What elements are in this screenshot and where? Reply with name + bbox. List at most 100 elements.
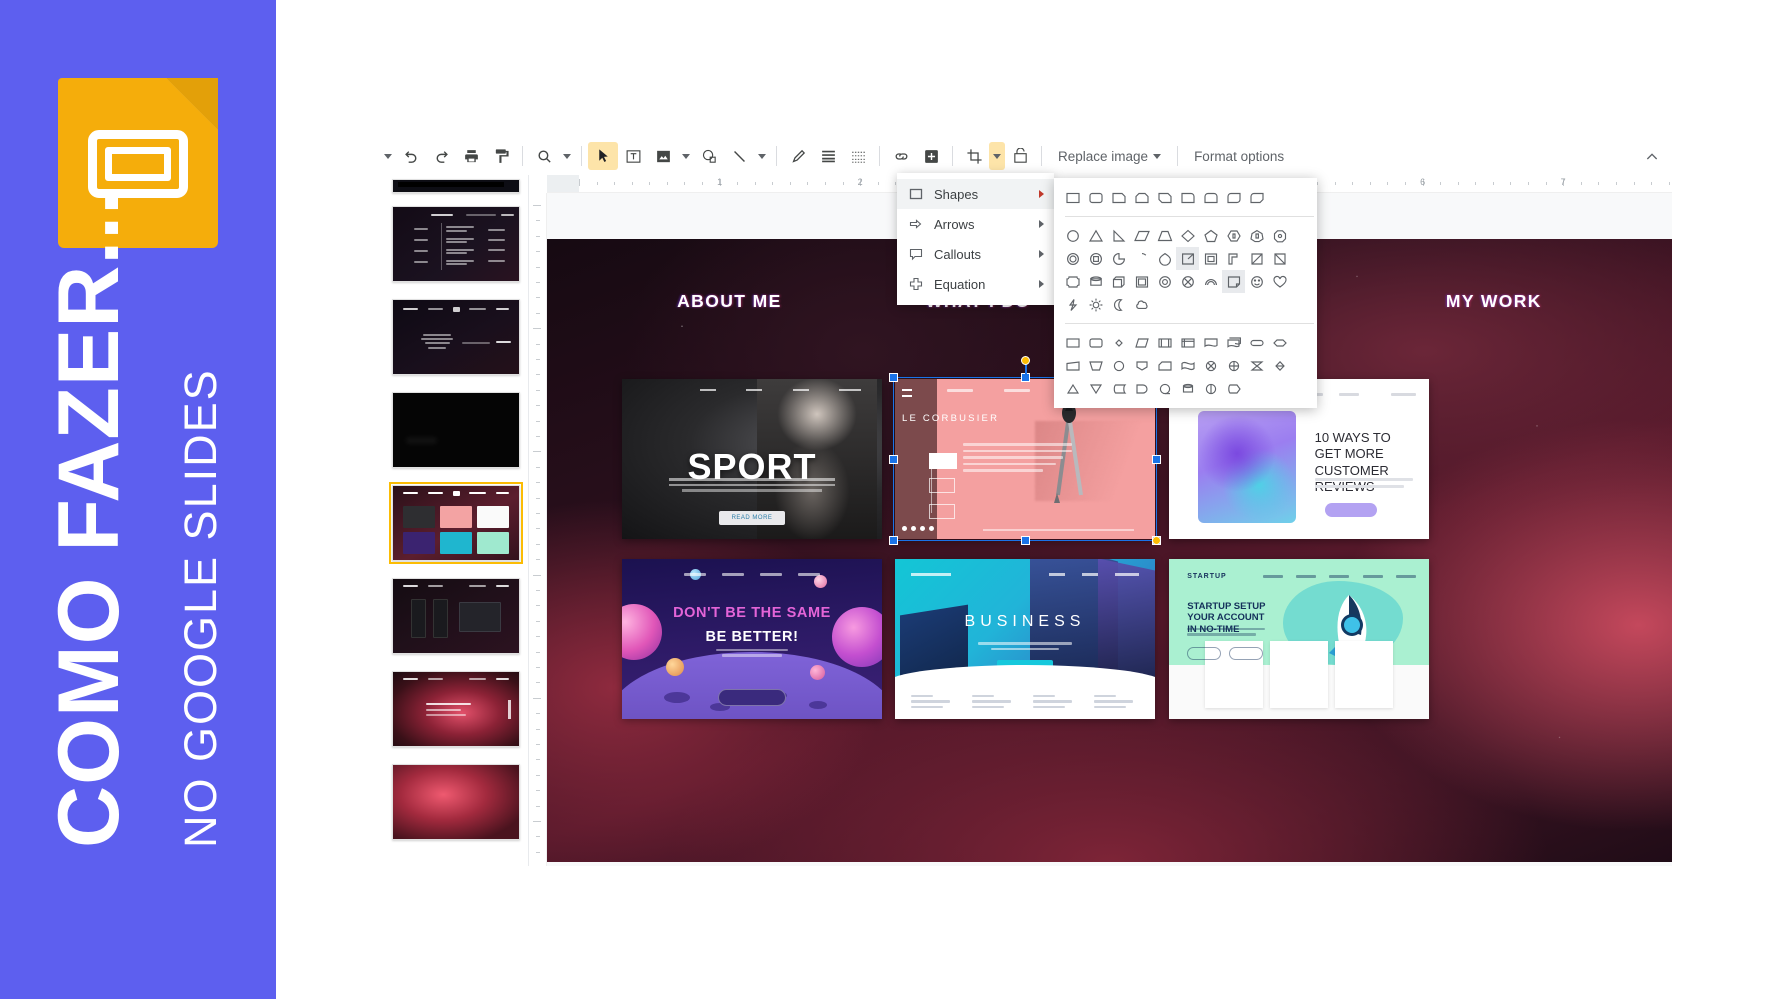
shape-flowchart-connector[interactable] bbox=[1107, 354, 1130, 377]
slide-thumbnail-selected[interactable] bbox=[389, 481, 523, 564]
slide-card-space[interactable]: DON'T BE THE SAME BE BETTER! bbox=[622, 559, 882, 719]
shape-flowchart-data[interactable] bbox=[1130, 331, 1153, 354]
list-item[interactable] bbox=[376, 290, 528, 383]
shape-flowchart-extract[interactable] bbox=[1061, 377, 1084, 400]
shape-decagon[interactable] bbox=[1061, 247, 1084, 270]
crop-caret[interactable] bbox=[989, 142, 1005, 170]
shape-flowchart-merge[interactable] bbox=[1084, 377, 1107, 400]
line-caret[interactable] bbox=[754, 142, 770, 170]
reviews-cta-button[interactable] bbox=[1325, 502, 1377, 517]
shapes-dropdown-menu[interactable]: Shapes Arrows Callouts Equation bbox=[897, 173, 1054, 305]
shape-trapezoid[interactable] bbox=[1153, 224, 1176, 247]
shape-flowchart-manual-input[interactable] bbox=[1061, 354, 1084, 377]
shapes-palette[interactable] bbox=[1054, 178, 1317, 408]
paint-format-button[interactable] bbox=[486, 142, 516, 170]
shape-button[interactable] bbox=[694, 142, 724, 170]
shape-frame[interactable] bbox=[1176, 247, 1199, 270]
menu-item-equation[interactable]: Equation bbox=[897, 269, 1054, 299]
shape-flowchart-or[interactable] bbox=[1222, 354, 1245, 377]
shape-l-shape[interactable] bbox=[1222, 247, 1245, 270]
shapes-group-basic[interactable] bbox=[1061, 224, 1310, 316]
shape-flowchart-manual-operation[interactable] bbox=[1084, 354, 1107, 377]
shape-block-arc[interactable] bbox=[1199, 270, 1222, 293]
shape-flowchart-predefined-process[interactable] bbox=[1153, 331, 1176, 354]
shape-snip-single-corner-rectangle[interactable] bbox=[1107, 186, 1130, 209]
slide-card-startup[interactable]: STARTUP STARTUP SETUP YOUR ACCOUNT IN NO… bbox=[1169, 559, 1429, 719]
menu-item-arrows[interactable]: Arrows bbox=[897, 209, 1054, 239]
shape-snip-and-round-single-corner-rectangle[interactable] bbox=[1245, 186, 1268, 209]
shape-plaque[interactable] bbox=[1061, 270, 1084, 293]
list-item[interactable] bbox=[376, 383, 528, 476]
sport-card-button[interactable]: READ MORE bbox=[719, 510, 785, 525]
shape-flowchart-multidocument[interactable] bbox=[1222, 331, 1245, 354]
shape-bevel[interactable] bbox=[1130, 270, 1153, 293]
shape-flowchart-punched-tape[interactable] bbox=[1176, 354, 1199, 377]
list-item[interactable] bbox=[376, 175, 528, 197]
redo-button[interactable] bbox=[426, 142, 456, 170]
list-item[interactable] bbox=[376, 569, 528, 662]
line-button[interactable] bbox=[724, 142, 754, 170]
slide-thumbnail[interactable] bbox=[392, 179, 520, 193]
shape-flowchart-card[interactable] bbox=[1153, 354, 1176, 377]
shape-flowchart-magnetic-disk[interactable] bbox=[1176, 377, 1199, 400]
shape-flowchart-sequential-access-storage[interactable] bbox=[1153, 377, 1176, 400]
shape-flowchart-preparation[interactable] bbox=[1268, 331, 1291, 354]
shapes-group-flowchart[interactable] bbox=[1061, 331, 1310, 400]
overflow-caret[interactable] bbox=[380, 142, 396, 170]
shape-cross[interactable] bbox=[1268, 247, 1291, 270]
slide-thumbnail[interactable] bbox=[392, 577, 520, 654]
print-button[interactable] bbox=[456, 142, 486, 170]
slide-thumbnail[interactable] bbox=[392, 763, 520, 840]
list-item[interactable] bbox=[376, 662, 528, 755]
slide-thumbnail[interactable] bbox=[392, 670, 520, 747]
list-item[interactable] bbox=[376, 197, 528, 290]
shape-round-diagonal-corner-rectangle[interactable] bbox=[1222, 186, 1245, 209]
list-item[interactable] bbox=[376, 476, 528, 569]
undo-button[interactable] bbox=[396, 142, 426, 170]
list-item[interactable] bbox=[376, 755, 528, 848]
shape-donut[interactable] bbox=[1153, 270, 1176, 293]
shape-flowchart-summing-junction[interactable] bbox=[1199, 354, 1222, 377]
slide-thumbnail[interactable] bbox=[392, 298, 520, 375]
insert-link-button[interactable] bbox=[886, 142, 916, 170]
shape-diamond[interactable] bbox=[1176, 224, 1199, 247]
shape-right-triangle[interactable] bbox=[1107, 224, 1130, 247]
shape-rounded-rectangle[interactable] bbox=[1084, 186, 1107, 209]
shape-round-same-side-corner-rectangle[interactable] bbox=[1199, 186, 1222, 209]
startup-pills[interactable] bbox=[1187, 647, 1264, 660]
shape-moon[interactable] bbox=[1107, 293, 1130, 316]
shape-flowchart-display[interactable] bbox=[1222, 377, 1245, 400]
shape-cube[interactable] bbox=[1107, 270, 1130, 293]
mask-image-button[interactable] bbox=[1005, 142, 1035, 170]
pen-button[interactable] bbox=[783, 142, 813, 170]
select-tool-button[interactable] bbox=[588, 142, 618, 170]
shape-diagonal-stripe[interactable] bbox=[1245, 247, 1268, 270]
format-options-button[interactable]: Format options bbox=[1184, 149, 1294, 164]
shape-smiley-face[interactable] bbox=[1245, 270, 1268, 293]
shape-parallelogram[interactable] bbox=[1130, 224, 1153, 247]
insert-image-caret[interactable] bbox=[678, 142, 694, 170]
shape-cloud[interactable] bbox=[1130, 293, 1153, 316]
space-cta-button[interactable] bbox=[718, 689, 786, 707]
shape-no-symbol[interactable] bbox=[1176, 270, 1199, 293]
slide-card-sport[interactable]: SPORT READ MORE bbox=[622, 379, 882, 539]
shape-flowchart-process[interactable] bbox=[1061, 331, 1084, 354]
shape-sun[interactable] bbox=[1084, 293, 1107, 316]
shape-flowchart-document[interactable] bbox=[1199, 331, 1222, 354]
shape-flowchart-internal-storage[interactable] bbox=[1176, 331, 1199, 354]
shape-flowchart-alternate-process[interactable] bbox=[1084, 331, 1107, 354]
shape-teardrop[interactable] bbox=[1153, 247, 1176, 270]
shape-rectangle[interactable] bbox=[1061, 186, 1084, 209]
layout-button[interactable] bbox=[843, 142, 873, 170]
shape-flowchart-collate[interactable] bbox=[1245, 354, 1268, 377]
slide-thumbnail[interactable] bbox=[392, 205, 520, 282]
menu-item-callouts[interactable]: Callouts bbox=[897, 239, 1054, 269]
shape-triangle[interactable] bbox=[1084, 224, 1107, 247]
shape-half-frame[interactable] bbox=[1199, 247, 1222, 270]
slide-card-business[interactable]: BUSINESS bbox=[895, 559, 1155, 719]
replace-image-button[interactable]: Replace image bbox=[1048, 149, 1171, 164]
shape-flowchart-delay[interactable] bbox=[1130, 377, 1153, 400]
background-button[interactable] bbox=[813, 142, 843, 170]
shape-flowchart-terminator[interactable] bbox=[1245, 331, 1268, 354]
shape-chord[interactable] bbox=[1130, 247, 1153, 270]
